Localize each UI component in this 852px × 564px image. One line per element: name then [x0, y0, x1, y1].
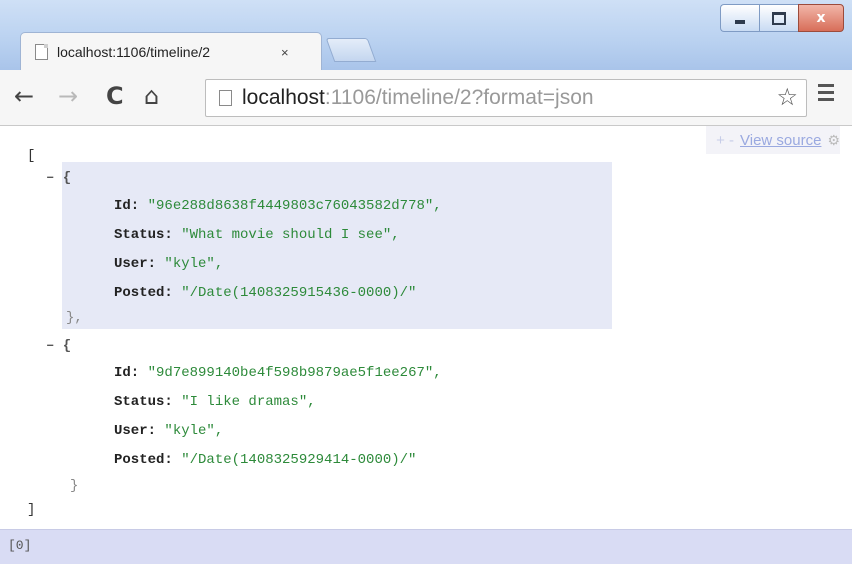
reload-button[interactable]: C	[106, 82, 124, 110]
close-window-button[interactable]: x	[798, 4, 844, 32]
json-key: User:	[114, 256, 157, 272]
json-line: User: "kyle",	[114, 256, 223, 272]
json-key: Id:	[114, 198, 140, 214]
json-value: "What movie should I see",	[181, 227, 400, 243]
json-line: Status: "I like dramas",	[114, 394, 316, 410]
json-key: Status:	[114, 227, 173, 243]
json-key: Posted:	[114, 452, 173, 468]
expand-collapse-all[interactable]: + -	[716, 132, 734, 149]
maximize-button[interactable]	[759, 4, 798, 32]
browser-tab[interactable]: localhost:1106/timeline/2 ×	[20, 32, 322, 71]
json-value: "/Date(1408325915436-0000)/"	[181, 285, 417, 301]
json-viewer: + - View source ⚙ [ – { Id: "96e288d8638…	[0, 126, 852, 529]
json-value: "9d7e899140be4f598b9879ae5f1ee267",	[147, 365, 442, 381]
page-icon	[219, 90, 232, 106]
view-source-link[interactable]: View source	[740, 132, 821, 149]
bookmark-star-icon[interactable]: ☆	[776, 83, 798, 111]
json-value: "I like dramas",	[181, 394, 316, 410]
browser-toolbar: ← → C ⌂ localhost:1106/timeline/2?format…	[0, 70, 852, 126]
json-line: Id: "9d7e899140be4f598b9879ae5f1ee267",	[114, 365, 442, 381]
minimize-button[interactable]	[720, 4, 759, 32]
json-line: Id: "96e288d8638f4449803c76043582d778",	[114, 198, 442, 214]
json-value: "96e288d8638f4449803c76043582d778",	[147, 198, 442, 214]
selected-object-highlight	[62, 162, 612, 329]
tab-title: localhost:1106/timeline/2	[57, 44, 211, 60]
json-key: Id:	[114, 365, 140, 381]
url-host: localhost	[242, 86, 325, 109]
object-close: },	[66, 310, 83, 326]
json-path: [0]	[8, 538, 32, 553]
window-controls: x	[720, 4, 844, 32]
tab-close-button[interactable]: ×	[281, 45, 289, 60]
json-line: Status: "What movie should I see",	[114, 227, 400, 243]
json-value: "kyle",	[164, 256, 224, 272]
menu-icon[interactable]	[818, 84, 834, 105]
minimize-icon	[735, 20, 745, 24]
collapse-toggle[interactable]: – {	[46, 338, 71, 354]
back-button[interactable]: ←	[14, 82, 34, 110]
json-value: "kyle",	[164, 423, 224, 439]
close-icon: x	[816, 10, 826, 26]
page-icon	[35, 44, 48, 60]
gear-icon[interactable]: ⚙	[827, 132, 840, 149]
json-line: User: "kyle",	[114, 423, 223, 439]
home-button[interactable]: ⌂	[144, 82, 159, 110]
json-key: User:	[114, 423, 157, 439]
address-bar[interactable]: localhost:1106/timeline/2?format=json ☆	[205, 79, 807, 117]
json-line: Posted: "/Date(1408325915436-0000)/"	[114, 285, 416, 301]
url-path: :1106/timeline/2?format=json	[324, 86, 594, 109]
object-close: }	[70, 478, 79, 494]
new-tab-button[interactable]	[325, 38, 377, 62]
array-open: [	[27, 148, 36, 164]
json-value: "/Date(1408325929414-0000)/"	[181, 452, 417, 468]
array-close: ]	[27, 502, 36, 518]
url-text: localhost:1106/timeline/2?format=json	[242, 86, 594, 110]
title-bar: x localhost:1106/timeline/2 ×	[0, 0, 852, 71]
forward-button[interactable]: →	[58, 82, 78, 110]
json-key: Posted:	[114, 285, 173, 301]
json-key: Status:	[114, 394, 173, 410]
maximize-icon	[772, 11, 786, 25]
json-line: Posted: "/Date(1408325929414-0000)/"	[114, 452, 416, 468]
collapse-toggle[interactable]: – {	[46, 170, 71, 186]
view-source-bar: + - View source ⚙	[706, 126, 840, 154]
status-bar: [0]	[0, 529, 852, 564]
